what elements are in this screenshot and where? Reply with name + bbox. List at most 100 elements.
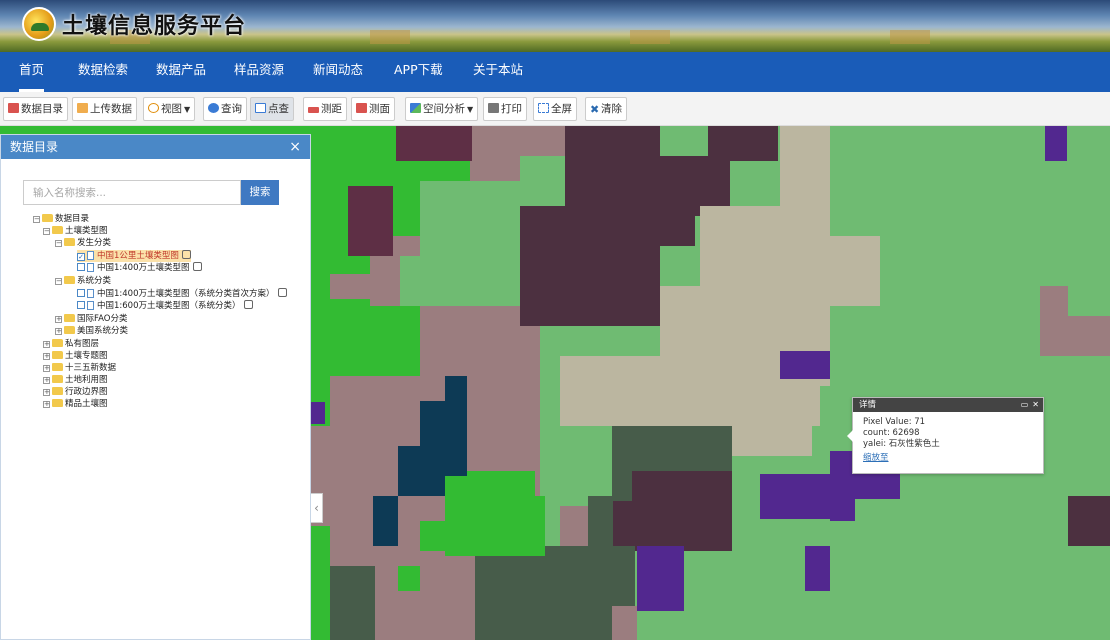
folder-icon	[52, 399, 63, 407]
collapse-icon[interactable]: −	[33, 216, 40, 223]
folder-icon	[64, 326, 75, 334]
tree-node-premium[interactable]: + 精品土壤图	[43, 398, 108, 410]
print-icon	[488, 103, 499, 113]
tree-leaf-6m-system-map[interactable]: 中国1:600万土壤类型图（系统分类）	[77, 300, 253, 312]
tree-leaf-4m-system-map[interactable]: 中国1:400万土壤类型图（系统分类首次方案）	[77, 288, 287, 300]
site-title: 土壤信息服务平台	[62, 14, 247, 39]
checkbox-icon[interactable]	[77, 263, 85, 271]
tree-node-thematic[interactable]: + 土壤专题图	[43, 350, 108, 362]
chevron-down-icon: ▼	[467, 105, 474, 114]
fullscreen-button[interactable]: 全屏	[533, 97, 577, 121]
main-nav: 首页 数据检索 数据产品 样品资源 新闻动态 APP下载 关于本站	[0, 52, 1110, 92]
query-button[interactable]: 查询	[203, 97, 247, 121]
collapse-icon[interactable]: −	[55, 240, 62, 247]
folder-icon	[64, 314, 75, 322]
tree-leaf-1km-soil-map[interactable]: ✓ 中国1公里土壤类型图	[77, 250, 191, 262]
point-query-button[interactable]: 点查	[250, 97, 294, 121]
map-toolbar: 数据目录 上传数据 视图 ▼ 查询 点查 测距 测面 空间分析 ▼ 打印 全屏 ✖ 清…	[0, 92, 1110, 126]
tree-leaf-4m-soil-map[interactable]: 中国1:400万土壤类型图	[77, 262, 202, 274]
tree-node-landuse[interactable]: + 土地利用图	[43, 374, 108, 386]
tree-node-genetic-classification[interactable]: − 发生分类	[55, 237, 111, 249]
nav-about[interactable]: 关于本站	[473, 52, 523, 92]
checkbox-icon[interactable]	[77, 289, 85, 297]
upload-icon	[77, 103, 88, 113]
query-icon	[208, 103, 219, 113]
catalog-icon	[8, 103, 19, 113]
measure-area-button[interactable]: 测面	[351, 97, 395, 121]
nav-sample-resources[interactable]: 样品资源	[234, 52, 284, 92]
print-button[interactable]: 打印	[483, 97, 527, 121]
spatial-analysis-dropdown[interactable]: 空间分析 ▼	[405, 97, 479, 121]
popup-header: 详情 ▭ ✕	[853, 398, 1043, 412]
folder-icon	[52, 387, 63, 395]
data-catalog-panel: 数据目录 × 搜索 −数据目录 −土壤类型图 −发生分类 ✓中国1公里土壤类型图…	[0, 134, 311, 640]
popup-controls: ▭ ✕	[1017, 398, 1039, 412]
feature-info-popup: 详情 ▭ ✕ Pixel Value: 71 count: 62698 yalei…	[847, 397, 1044, 474]
close-icon: ✖	[590, 103, 600, 116]
header-banner: 土壤信息服务平台	[0, 0, 1110, 52]
layer-icon	[87, 301, 94, 310]
popup-pointer	[847, 430, 853, 442]
expand-icon[interactable]: +	[43, 365, 50, 372]
search-button[interactable]: 搜索	[241, 180, 279, 205]
folder-icon	[52, 351, 63, 359]
close-icon[interactable]: ✕	[1032, 400, 1039, 409]
popup-title: 详情	[859, 400, 877, 410]
folder-icon	[52, 339, 63, 347]
spatial-analysis-icon	[410, 103, 421, 113]
checkbox-icon[interactable]	[77, 301, 85, 309]
collapse-icon[interactable]: −	[55, 278, 62, 285]
close-icon[interactable]: ×	[289, 135, 301, 159]
fullscreen-icon	[538, 103, 549, 113]
tree-node-system-classification[interactable]: − 系统分类	[55, 275, 111, 287]
chevron-down-icon: ▼	[184, 105, 191, 114]
clear-button[interactable]: ✖ 清除	[585, 97, 627, 121]
expand-icon[interactable]: +	[55, 316, 62, 323]
preview-icon[interactable]	[181, 250, 191, 259]
tree-node-private-layers[interactable]: + 私有图层	[43, 338, 99, 350]
preview-icon[interactable]	[243, 300, 253, 309]
upload-button[interactable]: 上传数据	[72, 97, 137, 121]
collapse-icon[interactable]: −	[43, 228, 50, 235]
panel-collapse-handle[interactable]: ‹	[311, 493, 323, 523]
folder-icon	[42, 214, 53, 222]
expand-icon[interactable]: +	[43, 389, 50, 396]
nav-home[interactable]: 首页	[19, 52, 45, 92]
tree-node-root[interactable]: − 数据目录	[33, 213, 89, 225]
nav-data-products[interactable]: 数据产品	[156, 52, 206, 92]
panel-header: 数据目录 ×	[1, 135, 310, 159]
logo-icon	[22, 7, 56, 41]
view-icon	[148, 103, 159, 113]
expand-icon[interactable]: +	[43, 353, 50, 360]
nav-news[interactable]: 新闻动态	[313, 52, 363, 92]
soil-subclass: yalei: 石灰性紫色土	[863, 439, 940, 449]
maximize-icon[interactable]: ▭	[1021, 400, 1029, 409]
area-icon	[356, 103, 367, 113]
folder-icon	[52, 226, 63, 234]
expand-icon[interactable]: +	[55, 328, 62, 335]
nav-data-search[interactable]: 数据检索	[78, 52, 128, 92]
expand-icon[interactable]: +	[43, 377, 50, 384]
layer-icon	[87, 251, 94, 260]
panel-title: 数据目录	[10, 140, 59, 154]
layer-icon	[87, 289, 94, 298]
expand-icon[interactable]: +	[43, 401, 50, 408]
zoom-to-link[interactable]: 缩放至	[863, 453, 889, 464]
tree-node-fao[interactable]: + 国际FAO分类	[55, 313, 127, 325]
preview-icon[interactable]	[192, 262, 202, 271]
catalog-search-input[interactable]	[23, 180, 241, 205]
tree-node-soil-type-map[interactable]: − 土壤类型图	[43, 225, 108, 237]
ruler-icon	[308, 107, 319, 113]
folder-icon	[64, 238, 75, 246]
checkbox-checked-icon[interactable]: ✓	[77, 253, 85, 261]
folder-icon	[52, 375, 63, 383]
tree-node-boundary[interactable]: + 行政边界图	[43, 386, 108, 398]
measure-distance-button[interactable]: 测距	[303, 97, 347, 121]
expand-icon[interactable]: +	[43, 341, 50, 348]
preview-icon[interactable]	[277, 288, 287, 297]
view-dropdown[interactable]: 视图 ▼	[143, 97, 196, 121]
catalog-button[interactable]: 数据目录	[3, 97, 68, 121]
nav-app-download[interactable]: APP下载	[394, 52, 443, 92]
tree-node-five-year[interactable]: + 十三五新数据	[43, 362, 116, 374]
tree-node-usa[interactable]: + 美国系统分类	[55, 325, 128, 337]
